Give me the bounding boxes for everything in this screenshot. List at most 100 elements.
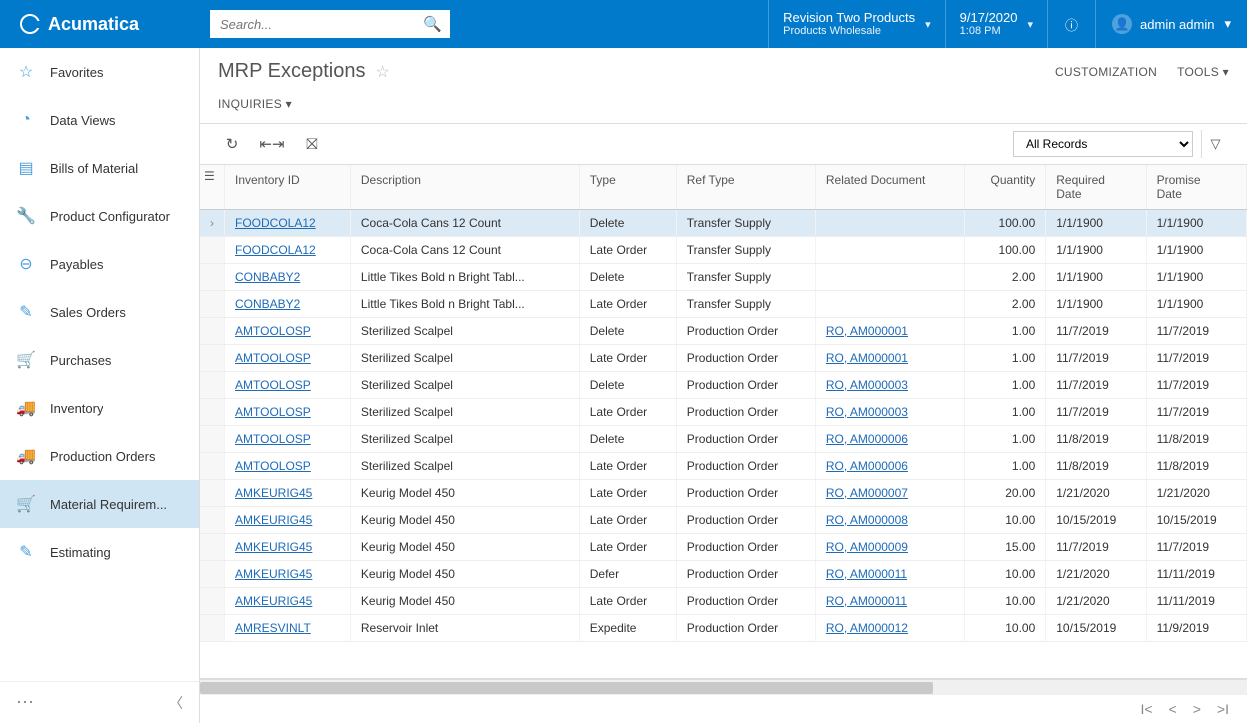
inventory-id-link[interactable]: AMKEURIG45 (235, 540, 312, 554)
table-row[interactable]: AMKEURIG45Keurig Model 450Late OrderProd… (200, 507, 1247, 534)
inventory-id-link[interactable]: AMKEURIG45 (235, 567, 312, 581)
col-related-document[interactable]: Related Document (815, 165, 964, 210)
horizontal-scrollbar[interactable] (200, 679, 1247, 695)
row-selector[interactable] (200, 480, 225, 507)
records-filter-select[interactable]: All Records (1013, 131, 1193, 157)
row-selector[interactable] (200, 345, 225, 372)
sidebar-item-bills-of-material[interactable]: ▤Bills of Material (0, 144, 199, 192)
brand-logo[interactable]: Acumatica (0, 0, 200, 48)
inventory-id-link[interactable]: AMTOOLOSP (235, 324, 311, 338)
related-document-link[interactable]: RO, AM000011 (826, 594, 907, 608)
related-document-link[interactable]: RO, AM000006 (826, 432, 908, 446)
search-input[interactable] (210, 10, 450, 38)
table-row[interactable]: AMKEURIG45Keurig Model 450Late OrderProd… (200, 534, 1247, 561)
row-selector[interactable] (200, 264, 225, 291)
row-selector[interactable] (200, 318, 225, 345)
page-next-button[interactable]: > (1193, 701, 1201, 717)
col-promise-date[interactable]: Promise Date (1146, 165, 1246, 210)
row-selector[interactable] (200, 453, 225, 480)
related-document-link[interactable]: RO, AM000001 (826, 324, 908, 338)
table-row[interactable]: CONBABY2Little Tikes Bold n Bright Tabl.… (200, 291, 1247, 318)
column-settings-button[interactable]: ☰ (200, 165, 225, 210)
inventory-id-link[interactable]: AMTOOLOSP (235, 351, 311, 365)
row-selector[interactable] (200, 507, 225, 534)
tenant-selector[interactable]: Revision Two Products Products Wholesale (768, 0, 945, 48)
table-row[interactable]: ›FOODCOLA12Coca-Cola Cans 12 CountDelete… (200, 210, 1247, 237)
row-selector[interactable] (200, 237, 225, 264)
inventory-id-link[interactable]: AMRESVINLT (235, 621, 311, 635)
row-selector[interactable] (200, 399, 225, 426)
collapse-sidebar-icon[interactable]: 〈 (169, 693, 183, 713)
inventory-id-link[interactable]: AMKEURIG45 (235, 594, 312, 608)
related-document-link[interactable]: RO, AM000012 (826, 621, 908, 635)
table-row[interactable]: AMTOOLOSPSterilized ScalpelDeleteProduct… (200, 318, 1247, 345)
filter-settings-button[interactable]: ▽ (1201, 130, 1229, 158)
col-required-date[interactable]: Required Date (1046, 165, 1146, 210)
inventory-id-link[interactable]: AMTOOLOSP (235, 405, 311, 419)
page-last-button[interactable]: >I (1217, 701, 1229, 717)
sidebar-item-product-configurator[interactable]: 🔧Product Configurator (0, 192, 199, 240)
table-row[interactable]: FOODCOLA12Coca-Cola Cans 12 CountLate Or… (200, 237, 1247, 264)
inventory-id-link[interactable]: AMTOOLOSP (235, 432, 311, 446)
help-button[interactable]: ⓘ (1047, 0, 1095, 48)
related-document-link[interactable]: RO, AM000003 (826, 378, 908, 392)
table-row[interactable]: AMKEURIG45Keurig Model 450DeferProductio… (200, 561, 1247, 588)
table-row[interactable]: AMKEURIG45Keurig Model 450Late OrderProd… (200, 588, 1247, 615)
col-type[interactable]: Type (579, 165, 676, 210)
sidebar-item-estimating[interactable]: ✎Estimating (0, 528, 199, 576)
fit-columns-button[interactable]: ⇤⇥ (258, 130, 286, 158)
sidebar-item-purchases[interactable]: 🛒Purchases (0, 336, 199, 384)
sidebar-item-inventory[interactable]: 🚚Inventory (0, 384, 199, 432)
customization-menu[interactable]: CUSTOMIZATION (1055, 65, 1157, 79)
table-row[interactable]: AMTOOLOSPSterilized ScalpelLate OrderPro… (200, 453, 1247, 480)
col-quantity[interactable]: Quantity (964, 165, 1045, 210)
related-document-link[interactable]: RO, AM000003 (826, 405, 908, 419)
inventory-id-link[interactable]: AMTOOLOSP (235, 459, 311, 473)
table-row[interactable]: AMKEURIG45Keurig Model 450Late OrderProd… (200, 480, 1247, 507)
sidebar-item-production-orders[interactable]: 🚚Production Orders (0, 432, 199, 480)
table-row[interactable]: AMTOOLOSPSterilized ScalpelDeleteProduct… (200, 426, 1247, 453)
row-selector[interactable] (200, 561, 225, 588)
favorite-toggle[interactable]: ☆ (375, 62, 389, 82)
export-excel-button[interactable]: ⛝ (298, 130, 326, 158)
row-selector[interactable] (200, 426, 225, 453)
related-document-link[interactable]: RO, AM000011 (826, 567, 907, 581)
user-menu[interactable]: 👤 admin admin (1095, 0, 1247, 48)
row-selector[interactable] (200, 615, 225, 642)
sidebar-item-favorites[interactable]: ☆Favorites (0, 48, 199, 96)
col-inventory-id[interactable]: Inventory ID (225, 165, 351, 210)
inventory-id-link[interactable]: FOODCOLA12 (235, 216, 316, 230)
datetime-selector[interactable]: 9/17/2020 1:08 PM (945, 0, 1047, 48)
col-ref-type[interactable]: Ref Type (676, 165, 815, 210)
table-row[interactable]: AMTOOLOSPSterilized ScalpelDeleteProduct… (200, 372, 1247, 399)
sidebar-item-payables[interactable]: ⊖Payables (0, 240, 199, 288)
related-document-link[interactable]: RO, AM000006 (826, 459, 908, 473)
sidebar-item-material-requirem[interactable]: 🛒Material Requirem... (0, 480, 199, 528)
page-prev-button[interactable]: < (1169, 701, 1177, 717)
inventory-id-link[interactable]: AMKEURIG45 (235, 513, 312, 527)
row-selector[interactable]: › (200, 210, 225, 237)
more-menu-icon[interactable]: ⋯ (16, 692, 34, 713)
row-selector[interactable] (200, 372, 225, 399)
inventory-id-link[interactable]: CONBABY2 (235, 297, 300, 311)
search-icon[interactable]: 🔍 (423, 15, 442, 33)
table-row[interactable]: CONBABY2Little Tikes Bold n Bright Tabl.… (200, 264, 1247, 291)
table-row[interactable]: AMTOOLOSPSterilized ScalpelLate OrderPro… (200, 399, 1247, 426)
inventory-id-link[interactable]: AMTOOLOSP (235, 378, 311, 392)
sidebar-item-sales-orders[interactable]: ✎Sales Orders (0, 288, 199, 336)
page-first-button[interactable]: I< (1140, 701, 1152, 717)
inventory-id-link[interactable]: FOODCOLA12 (235, 243, 316, 257)
related-document-link[interactable]: RO, AM000007 (826, 486, 908, 500)
table-row[interactable]: AMTOOLOSPSterilized ScalpelLate OrderPro… (200, 345, 1247, 372)
related-document-link[interactable]: RO, AM000001 (826, 351, 908, 365)
tools-menu[interactable]: TOOLS ▾ (1177, 65, 1229, 79)
refresh-button[interactable]: ↻ (218, 130, 246, 158)
row-selector[interactable] (200, 588, 225, 615)
sidebar-item-data-views[interactable]: ◔Data Views (0, 96, 199, 144)
table-row[interactable]: AMRESVINLTReservoir InletExpediteProduct… (200, 615, 1247, 642)
related-document-link[interactable]: RO, AM000009 (826, 540, 908, 554)
related-document-link[interactable]: RO, AM000008 (826, 513, 908, 527)
inventory-id-link[interactable]: AMKEURIG45 (235, 486, 312, 500)
row-selector[interactable] (200, 291, 225, 318)
inventory-id-link[interactable]: CONBABY2 (235, 270, 300, 284)
